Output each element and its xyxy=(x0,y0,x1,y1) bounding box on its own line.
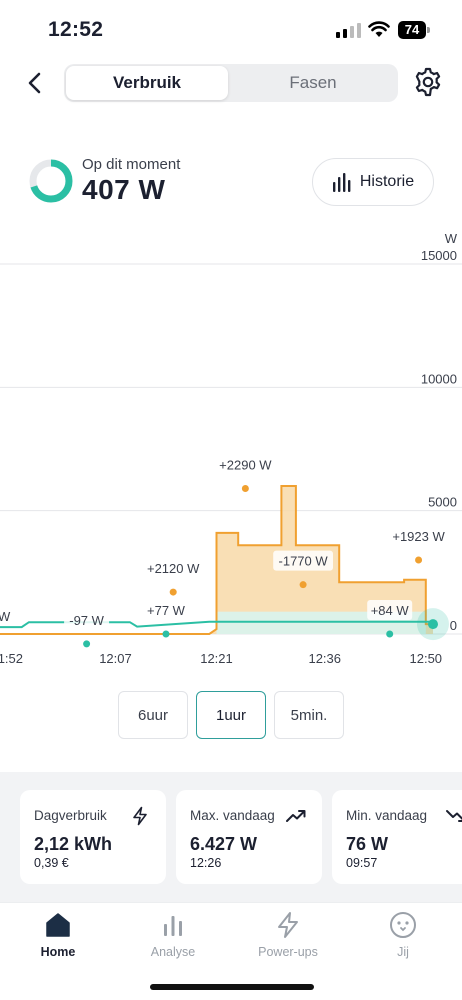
settings-button[interactable] xyxy=(412,66,444,98)
range-selector: 6uur 1uur 5min. xyxy=(118,691,346,739)
stat-value: 76 W xyxy=(346,834,389,854)
tab-label: Analyse xyxy=(150,945,196,959)
stat-sub: 12:26 xyxy=(190,856,222,870)
current-point xyxy=(428,619,438,630)
segmented-control: Verbruik Fasen xyxy=(64,64,398,102)
x-tick-label: 12:21 xyxy=(200,651,233,666)
tab-fasen[interactable]: Fasen xyxy=(232,66,394,100)
home-indicator xyxy=(150,984,314,990)
battery-icon: 74 xyxy=(398,21,430,39)
chevron-left-icon xyxy=(28,72,41,94)
stat-value: 6.427 W xyxy=(190,834,258,854)
status-time: 12:52 xyxy=(48,18,104,41)
gear-icon xyxy=(415,67,441,97)
stat-sub: 09:57 xyxy=(346,856,378,870)
y-tick-label: 15000 xyxy=(421,248,457,263)
tab-power-ups[interactable]: Power-ups xyxy=(238,911,338,971)
y-unit-label: W xyxy=(445,231,458,246)
annotation-dot xyxy=(241,484,249,492)
stat-title: Dagverbruik xyxy=(34,808,107,823)
historie-button[interactable]: Historie xyxy=(312,158,434,206)
bar-chart-icon xyxy=(164,916,182,936)
current-label: Op dit moment xyxy=(82,156,181,173)
range-1uur-button[interactable]: 1uur xyxy=(196,691,266,739)
x-tick-label: 12:07 xyxy=(99,651,132,666)
tab-verbruik[interactable]: Verbruik xyxy=(66,66,228,100)
tab-label: Power-ups xyxy=(258,945,318,959)
face-icon xyxy=(390,912,416,938)
current-power: Op dit moment 407 W xyxy=(28,152,308,212)
annotation-label: +2120 W xyxy=(147,561,200,576)
trend-down-icon xyxy=(446,810,462,822)
nav-header: Verbruik Fasen xyxy=(0,60,462,108)
stat-card-max[interactable]: Max. vandaag 6.427 W 12:26 xyxy=(176,790,322,884)
annotation-label: +2290 W xyxy=(219,457,272,472)
tab-label: Jij xyxy=(397,945,409,959)
annotation-dot xyxy=(386,630,394,638)
status-bar: 12:52 74 xyxy=(0,0,462,60)
annotation-label: +77 W xyxy=(147,603,186,618)
annotation-dot xyxy=(162,630,170,638)
cellular-signal-icon xyxy=(336,23,361,38)
wifi-icon xyxy=(368,21,390,37)
range-5min-button[interactable]: 5min. xyxy=(274,691,344,739)
x-tick-label: 12:36 xyxy=(308,651,341,666)
tab-label: Home xyxy=(40,945,76,959)
edge-label: W xyxy=(0,609,11,624)
annotation-label: +1923 W xyxy=(392,529,445,544)
x-tick-label: 11:52 xyxy=(0,651,23,666)
y-tick-label: 10000 xyxy=(421,371,457,386)
annotation-dot xyxy=(415,556,423,564)
back-button[interactable] xyxy=(20,68,50,98)
range-6uur-button[interactable]: 6uur xyxy=(118,691,188,739)
annotation-label: -97 W xyxy=(69,613,104,628)
home-icon xyxy=(46,913,70,937)
stat-value: 2,12 kWh xyxy=(34,834,113,854)
stat-card-dagverbruik[interactable]: Dagverbruik 2,12 kWh 0,39 € xyxy=(20,790,166,884)
stat-card-min[interactable]: Min. vandaag 76 W 09:57 xyxy=(332,790,462,884)
current-value: 407 W xyxy=(82,174,166,205)
annotation-dot xyxy=(299,581,307,589)
trend-up-icon xyxy=(286,810,306,822)
stat-title: Min. vandaag xyxy=(346,808,428,823)
annotation-dot xyxy=(169,588,177,596)
historie-label: Historie xyxy=(359,173,415,190)
tab-home[interactable]: Home xyxy=(8,911,108,971)
annotation-dot xyxy=(83,640,91,648)
battery-level: 74 xyxy=(398,21,426,39)
stat-sub: 0,39 € xyxy=(34,856,69,870)
stat-title: Max. vandaag xyxy=(190,808,275,823)
lightning-icon xyxy=(278,912,298,938)
tab-analyse[interactable]: Analyse xyxy=(123,911,223,971)
power-chart[interactable]: 15000 10000 5000 0 W -97 W +77 W +2120 W +2290 W… xyxy=(0,225,462,675)
lightning-icon xyxy=(133,806,147,826)
annotation-label: +84 W xyxy=(371,603,410,618)
power-gauge xyxy=(29,159,73,203)
bar-chart-icon xyxy=(332,173,351,192)
tab-jij[interactable]: Jij xyxy=(353,911,453,971)
x-tick-label: 12:50 xyxy=(410,651,443,666)
y-tick-label: 0 xyxy=(450,618,457,633)
annotation-label: -1770 W xyxy=(279,554,329,569)
y-tick-label: 5000 xyxy=(428,495,457,510)
